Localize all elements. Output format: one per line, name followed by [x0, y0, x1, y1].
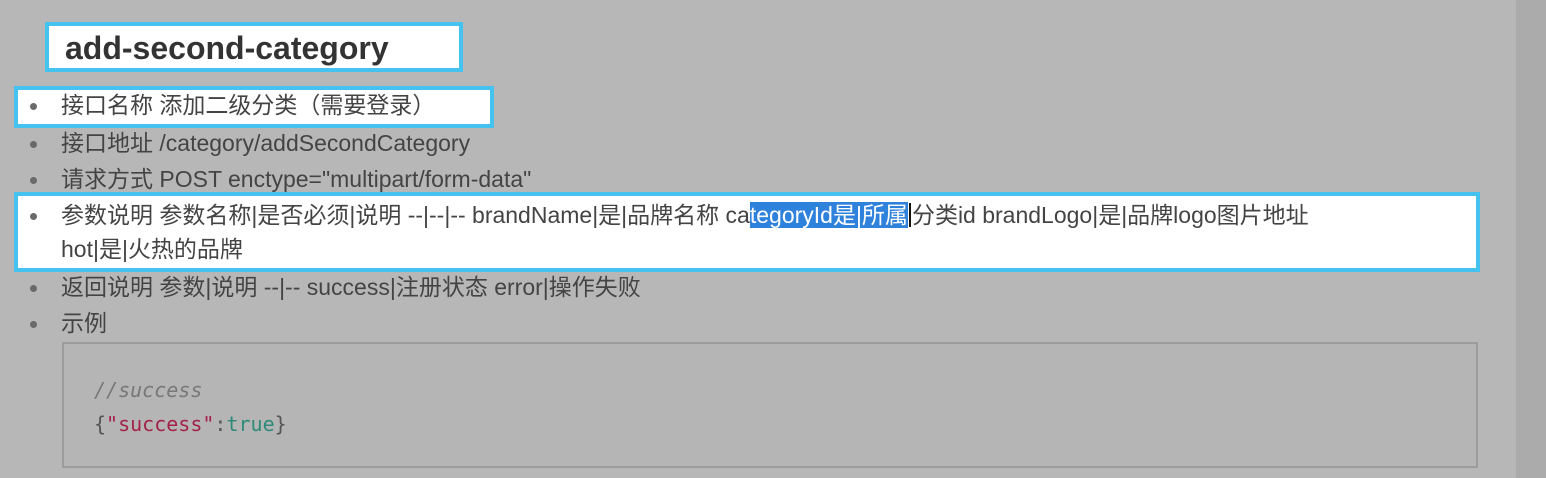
bullet-icon	[30, 177, 37, 184]
list-item: 参数说明 参数名称|是否必须|说明 --|--|-- brandName|是|品…	[0, 198, 1546, 268]
list-item-text: 接口地址 /category/addSecondCategory	[61, 130, 471, 156]
list-item: 请求方式 POST enctype="multipart/form-data"	[0, 162, 1546, 196]
list-item: 接口名称 添加二级分类（需要登录）	[0, 88, 1546, 122]
list-item: 接口地址 /category/addSecondCategory	[0, 126, 1546, 160]
bullet-icon	[30, 321, 37, 328]
page-title: add-second-category	[65, 30, 389, 66]
bullet-icon	[30, 285, 37, 292]
bullet-icon	[30, 213, 37, 220]
text-cursor-icon	[908, 203, 911, 227]
code-comment: //success	[94, 378, 203, 402]
list-item-text: 请求方式 POST enctype="multipart/form-data"	[61, 166, 532, 192]
bullet-icon	[30, 141, 37, 148]
code-line: {"success":true}	[94, 412, 287, 436]
list-item-text: 返回说明 参数|说明 --|-- success|注册状态 error|操作失败	[61, 274, 641, 300]
list-item-text[interactable]: 参数说明 参数名称|是否必须|说明 --|--|-- brandName|是|品…	[61, 198, 1309, 232]
list-item-text: 接口名称 添加二级分类（需要登录）	[61, 92, 436, 118]
list-item: 返回说明 参数|说明 --|-- success|注册状态 error|操作失败	[0, 270, 1546, 304]
bullet-icon	[30, 103, 37, 110]
list-item: 示例	[0, 306, 1546, 340]
list-item-text-line2: hot|是|火热的品牌	[61, 236, 243, 262]
list-item-text: 示例	[61, 310, 107, 336]
code-block: //success {"success":true}	[62, 342, 1478, 468]
selected-text[interactable]: tegoryId是|所属	[749, 202, 908, 228]
title-highlight-box: add-second-category	[45, 22, 463, 72]
